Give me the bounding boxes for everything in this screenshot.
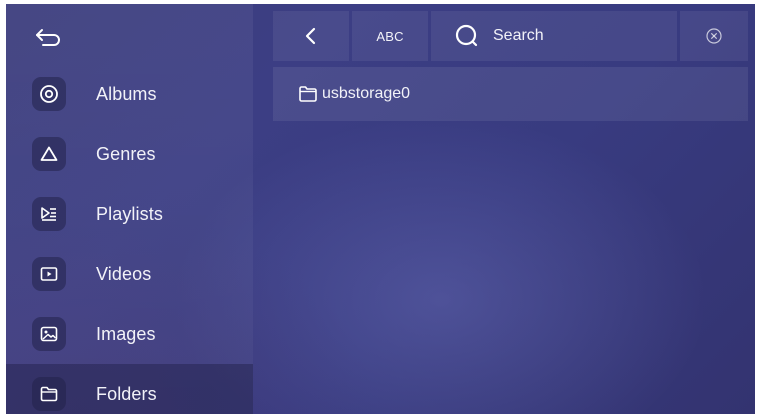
sidebar-item-images[interactable]: Images xyxy=(6,304,253,364)
back-button[interactable] xyxy=(28,20,68,54)
sidebar-item-albums[interactable]: Albums xyxy=(6,64,253,124)
clear-search-button[interactable] xyxy=(680,11,748,61)
abc-sort-button[interactable]: ABC xyxy=(352,11,428,61)
back-arrow-icon xyxy=(36,29,60,46)
album-icon xyxy=(40,85,58,103)
sidebar-item-label: Folders xyxy=(96,383,157,404)
sidebar-item-label: Playlists xyxy=(96,203,163,224)
sidebar: Albums Genres Playlists Videos Images Fo… xyxy=(6,4,253,414)
folder-icon xyxy=(299,86,317,102)
previous-button[interactable] xyxy=(273,11,349,61)
sidebar-item-playlists[interactable]: Playlists xyxy=(6,184,253,244)
sidebar-item-videos[interactable]: Videos xyxy=(6,244,253,304)
sidebar-item-label: Videos xyxy=(96,263,152,284)
video-icon xyxy=(40,267,58,281)
image-icon xyxy=(40,326,58,342)
triangle-icon xyxy=(40,146,58,161)
sidebar-item-folders[interactable]: Folders xyxy=(6,364,253,414)
chevron-left-icon xyxy=(305,27,316,45)
sidebar-item-label: Albums xyxy=(96,83,157,104)
folder-list-item[interactable]: usbstorage0 xyxy=(273,67,748,121)
sidebar-item-genres[interactable]: Genres xyxy=(6,124,253,184)
sidebar-item-label: Images xyxy=(96,323,156,344)
search-input[interactable]: Search xyxy=(431,11,677,61)
folder-icon xyxy=(40,386,58,402)
search-icon xyxy=(455,24,478,47)
folder-name: usbstorage0 xyxy=(322,85,411,102)
media-browser-screen: Albums Genres Playlists Videos Images Fo… xyxy=(6,4,755,414)
abc-label: ABC xyxy=(376,28,404,44)
clear-circle-icon xyxy=(706,28,722,44)
playlist-icon xyxy=(41,207,56,221)
search-placeholder: Search xyxy=(493,27,544,44)
sidebar-item-label: Genres xyxy=(96,143,156,164)
